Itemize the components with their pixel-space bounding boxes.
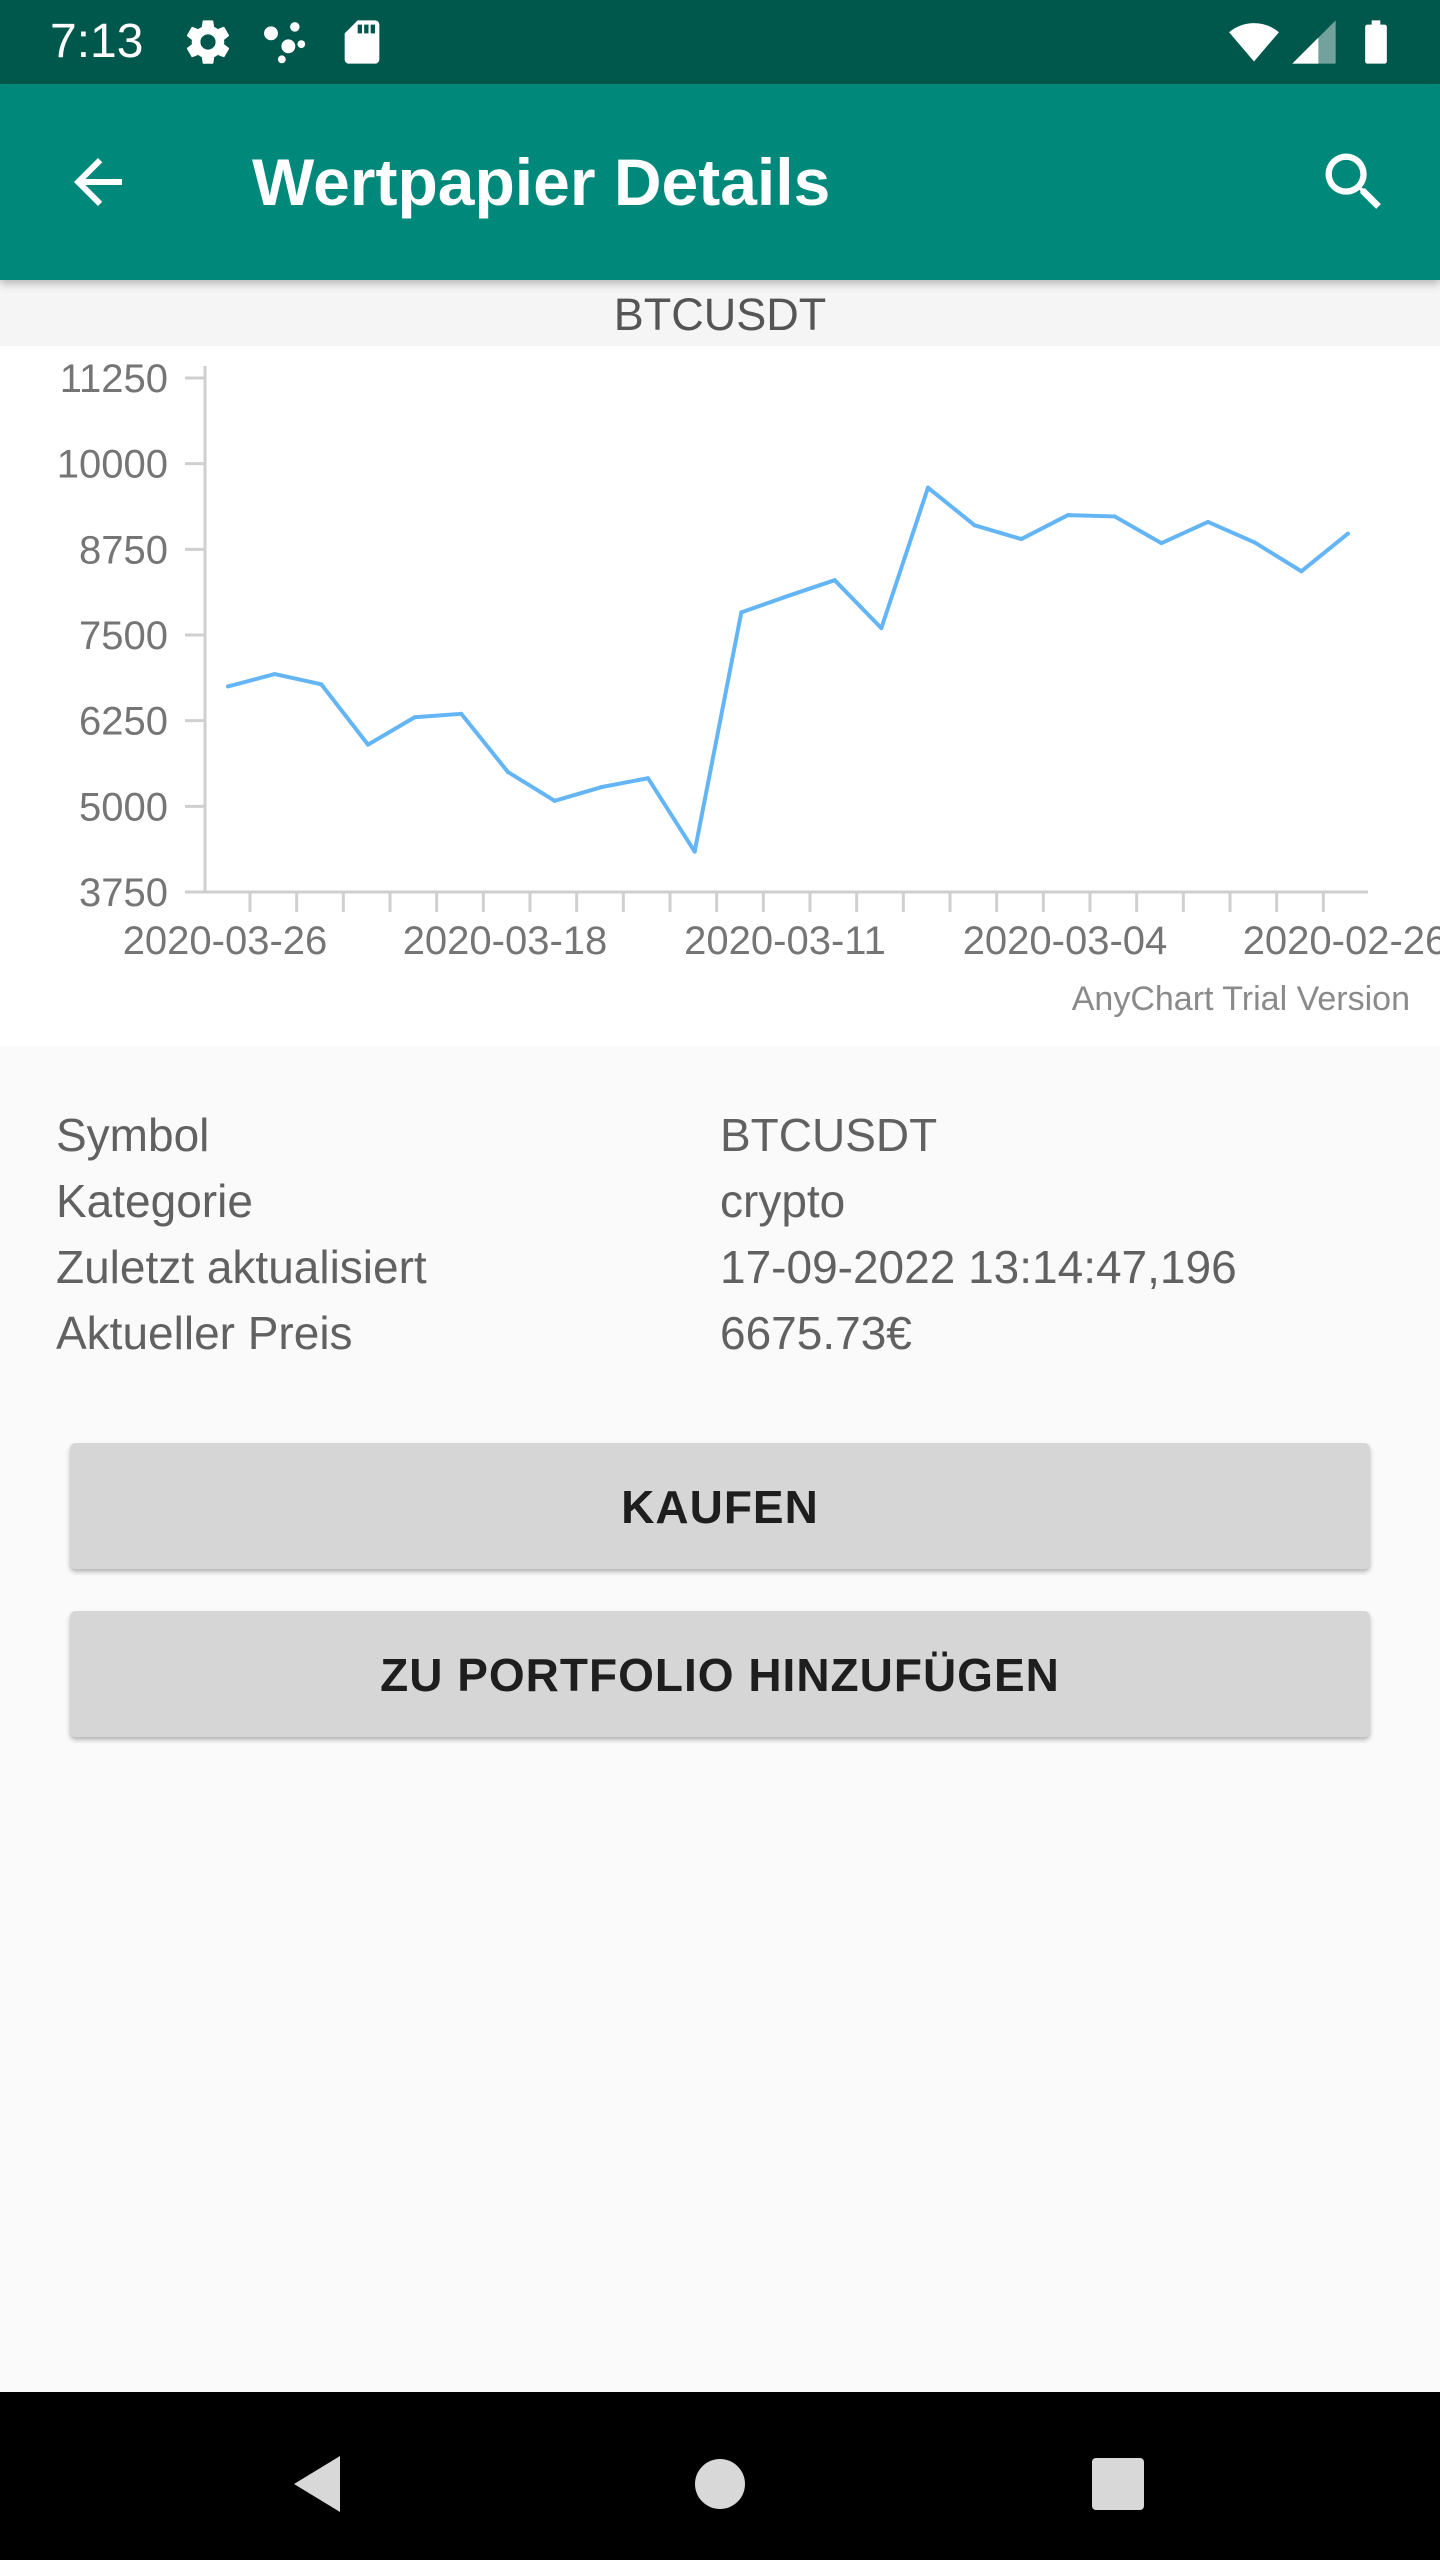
nav-home-button[interactable] xyxy=(680,2444,760,2524)
price-line-chart[interactable]: 11250 10000 8750 7500 6250 5000 37502020-03-26… xyxy=(0,346,1440,1046)
detail-value: 6675.73€ xyxy=(720,1307,912,1359)
detail-value: BTCUSDT xyxy=(720,1109,938,1161)
data-point xyxy=(366,742,370,747)
buy-button[interactable]: KAUFEN xyxy=(70,1443,1370,1569)
detail-value: 17-09-2022 13:14:47,196 xyxy=(720,1241,1237,1293)
x-tick-label: 2020-03-26 xyxy=(123,919,328,963)
detail-value: crypto xyxy=(720,1175,846,1227)
back-triangle-icon xyxy=(294,2456,340,2512)
details-table: Symbol BTCUSDT Kategorie crypto Zuletzt … xyxy=(56,1102,1396,1366)
x-tick-label: 2020-02-26 xyxy=(1243,919,1440,963)
data-point xyxy=(646,776,650,781)
data-point xyxy=(226,684,230,689)
data-point xyxy=(599,785,604,790)
y-tick-label: 10000 xyxy=(57,443,168,487)
data-point xyxy=(412,715,417,720)
data-point xyxy=(1346,531,1350,536)
connection-dots-icon xyxy=(264,22,306,64)
x-tick-label: 2020-03-18 xyxy=(403,919,608,963)
settings-icon xyxy=(186,20,230,64)
data-point xyxy=(552,798,557,803)
data-point xyxy=(1252,540,1257,545)
detail-row-last-updated: Zuletzt aktualisiert 17-09-2022 13:14:47… xyxy=(56,1234,1396,1300)
home-circle-icon xyxy=(695,2459,745,2509)
nav-recents-button[interactable] xyxy=(1078,2444,1158,2524)
chart-title-strip: BTCUSDT xyxy=(0,280,1440,346)
y-tick-label: 7500 xyxy=(79,614,168,658)
sd-card-icon xyxy=(344,20,380,64)
search-icon xyxy=(1325,153,1381,209)
add-to-portfolio-button[interactable]: ZU PORTFOLIO HINZUFÜGEN xyxy=(70,1611,1370,1737)
detail-row-symbol: Symbol BTCUSDT xyxy=(56,1102,1396,1168)
chart-title: BTCUSDT xyxy=(613,289,827,340)
y-tick-label: 11250 xyxy=(60,357,168,401)
arrow-left-icon xyxy=(74,158,122,206)
app-bar: Wertpapier Details xyxy=(0,84,1440,280)
y-tick-label: 5000 xyxy=(79,785,168,829)
status-bar: 7:13 xyxy=(0,0,1440,84)
data-point xyxy=(1206,519,1210,524)
y-tick-label: 8750 xyxy=(79,528,168,572)
back-button[interactable] xyxy=(50,134,146,230)
status-time: 7:13 xyxy=(50,15,144,68)
data-point xyxy=(972,523,977,528)
battery-icon xyxy=(1365,20,1387,64)
recents-square-icon xyxy=(1092,2458,1144,2510)
detail-label: Zuletzt aktualisiert xyxy=(56,1241,427,1293)
data-point xyxy=(459,711,464,716)
data-point xyxy=(832,578,837,583)
search-button[interactable] xyxy=(1306,134,1402,230)
system-nav-bar xyxy=(0,2392,1440,2560)
y-tick-label: 3750 xyxy=(79,871,168,915)
nav-back-button[interactable] xyxy=(278,2444,358,2524)
data-point xyxy=(1066,513,1070,518)
detail-label: Kategorie xyxy=(56,1175,253,1227)
data-point xyxy=(1159,541,1164,546)
data-point xyxy=(506,770,510,775)
data-point xyxy=(692,849,697,854)
detail-row-current-price: Aktueller Preis 6675.73€ xyxy=(56,1300,1396,1366)
data-point xyxy=(1112,514,1117,519)
data-point xyxy=(879,626,884,631)
wifi-icon xyxy=(1229,23,1279,62)
detail-row-category: Kategorie crypto xyxy=(56,1168,1396,1234)
page-title: Wertpapier Details xyxy=(252,145,831,219)
x-tick-label: 2020-03-11 xyxy=(684,919,886,963)
signal-icon xyxy=(1292,20,1336,64)
data-point xyxy=(926,485,930,490)
data-point xyxy=(319,682,324,687)
detail-label: Symbol xyxy=(56,1109,210,1161)
chart-watermark: AnyChart Trial Version xyxy=(1071,980,1410,1018)
data-point xyxy=(786,593,790,598)
data-point xyxy=(1299,569,1304,574)
y-tick-label: 6250 xyxy=(79,700,168,744)
data-point xyxy=(739,610,744,615)
detail-label: Aktueller Preis xyxy=(56,1307,353,1359)
series-line xyxy=(227,485,1350,854)
data-point xyxy=(1019,537,1024,542)
x-tick-label: 2020-03-04 xyxy=(963,919,1168,963)
chart-area[interactable]: 11250 10000 8750 7500 6250 5000 3750 2020-03-26… xyxy=(0,346,1440,1046)
data-point xyxy=(272,672,277,677)
